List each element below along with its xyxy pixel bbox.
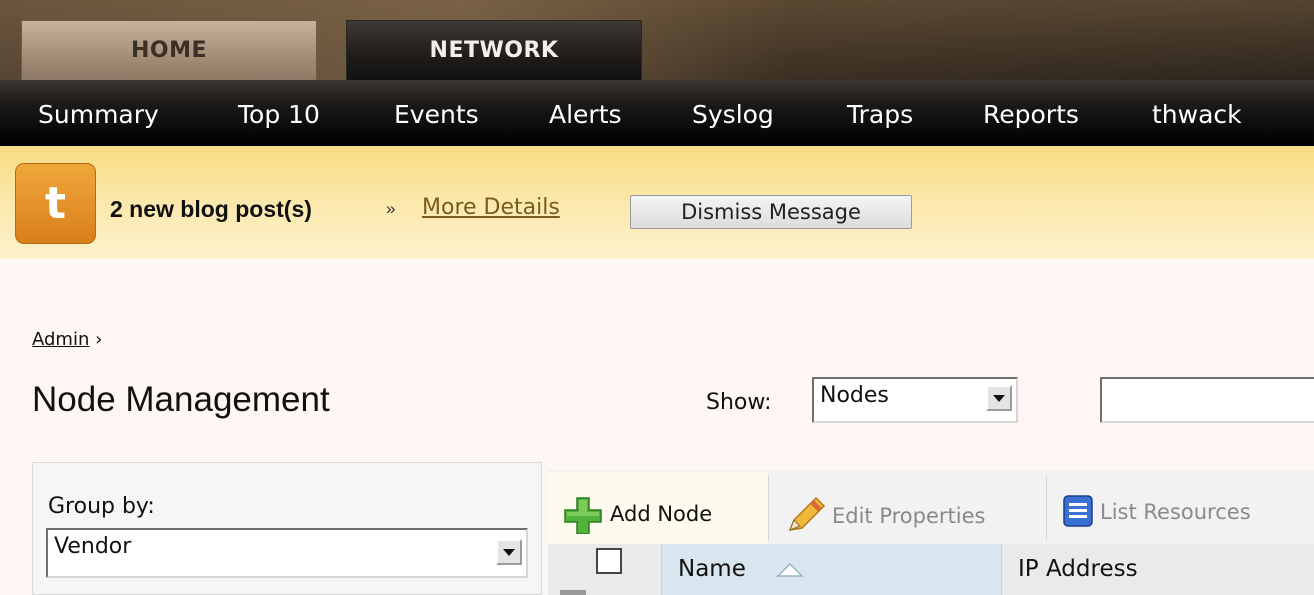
nav-alerts[interactable]: Alerts bbox=[549, 100, 622, 129]
chevron-down-icon[interactable] bbox=[986, 385, 1012, 411]
nav-syslog[interactable]: Syslog bbox=[692, 100, 774, 129]
nav-events[interactable]: Events bbox=[394, 100, 479, 129]
list-resources-button[interactable]: List Resources bbox=[1062, 494, 1251, 530]
group-by-label: Group by: bbox=[48, 494, 155, 519]
toolbar-divider bbox=[768, 476, 769, 540]
show-label: Show: bbox=[706, 390, 772, 415]
blog-post-message: 2 new blog post(s) bbox=[110, 196, 312, 222]
show-select[interactable]: Nodes bbox=[812, 377, 1018, 423]
column-ip-label: IP Address bbox=[1018, 556, 1138, 582]
edit-properties-label: Edit Properties bbox=[832, 504, 986, 528]
more-details-link[interactable]: More Details bbox=[422, 195, 560, 220]
nav-summary[interactable]: Summary bbox=[38, 100, 159, 129]
column-name-label: Name bbox=[678, 556, 746, 582]
breadcrumb-separator: › bbox=[95, 329, 103, 350]
group-by-select[interactable]: Vendor bbox=[46, 528, 528, 578]
toolbar-divider bbox=[1046, 476, 1047, 540]
notification-bar: t 2 new blog post(s) » More Details Dism… bbox=[0, 146, 1314, 259]
page-title: Node Management bbox=[32, 380, 330, 419]
breadcrumb: Admin › bbox=[32, 329, 102, 350]
nav-reports[interactable]: Reports bbox=[983, 100, 1079, 129]
breadcrumb-admin-link[interactable]: Admin bbox=[32, 329, 89, 350]
chevron-right-icon: » bbox=[386, 199, 396, 218]
grid-row-edge bbox=[560, 590, 586, 595]
thwack-logo-icon: t bbox=[15, 163, 96, 244]
group-by-value: Vendor bbox=[54, 534, 132, 559]
chevron-down-icon[interactable] bbox=[496, 539, 522, 565]
add-node-button[interactable]: Add Node bbox=[560, 494, 712, 534]
add-icon bbox=[564, 497, 602, 534]
pencil-icon bbox=[788, 496, 826, 531]
dismiss-message-button[interactable]: Dismiss Message bbox=[630, 195, 912, 229]
tab-network[interactable]: NETWORK bbox=[346, 20, 642, 80]
sub-navigation: Summary Top 10 Events Alerts Syslog Trap… bbox=[0, 80, 1314, 146]
nav-traps[interactable]: Traps bbox=[847, 100, 913, 129]
add-node-label: Add Node bbox=[610, 502, 713, 526]
list-icon bbox=[1063, 495, 1093, 527]
nav-top-10[interactable]: Top 10 bbox=[238, 100, 320, 129]
list-resources-label: List Resources bbox=[1100, 500, 1251, 524]
edit-properties-button[interactable]: Edit Properties bbox=[782, 494, 985, 538]
search-input[interactable] bbox=[1100, 377, 1314, 423]
show-select-value: Nodes bbox=[820, 383, 889, 408]
sort-ascending-icon bbox=[776, 562, 804, 577]
tab-home[interactable]: HOME bbox=[21, 20, 317, 80]
nav-thwack[interactable]: thwack bbox=[1152, 100, 1242, 129]
select-all-checkbox[interactable] bbox=[596, 548, 622, 574]
